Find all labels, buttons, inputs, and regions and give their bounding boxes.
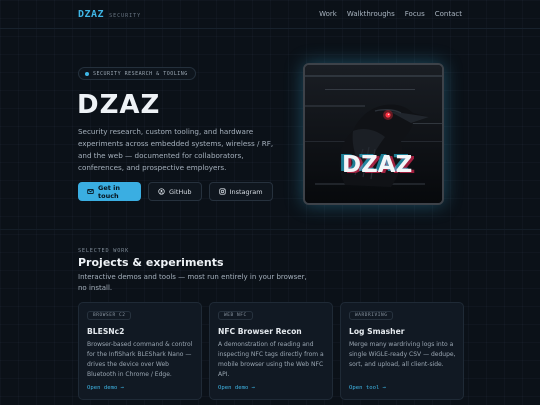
card-title: Log Smasher	[349, 327, 405, 336]
top-nav: DZAZ SECURITY Work Walkthroughs Focus Co…	[0, 0, 540, 29]
project-card-nfc-recon[interactable]: WEB NFC NFC Browser Recon A demonstratio…	[209, 302, 333, 400]
card-title: NFC Browser Recon	[218, 327, 302, 336]
instagram-icon	[218, 188, 226, 195]
project-cards: BROWSER C2 BLESNc2 Browser-based command…	[78, 302, 464, 400]
instagram-button[interactable]: Instagram	[208, 182, 273, 201]
hero-description: Security research, custom tooling, and h…	[78, 127, 274, 172]
open-demo-link[interactable]: Open demo →	[218, 385, 255, 391]
github-button[interactable]: GitHub	[148, 182, 202, 201]
github-icon	[158, 188, 165, 195]
open-tool-link[interactable]: Open tool →	[349, 385, 386, 391]
section-eyebrow: SELECTED WORK	[78, 248, 130, 254]
logo-text[interactable]: DZAZ	[78, 9, 104, 20]
status-dot	[85, 71, 89, 76]
nav-link-contact[interactable]: Contact	[435, 10, 462, 18]
hero-raven-image: DZAZ DZAZ DZAZ	[303, 63, 444, 205]
site-logo[interactable]: DZAZ SECURITY	[78, 9, 141, 20]
project-card-blesnc2[interactable]: BROWSER C2 BLESNc2 Browser-based command…	[78, 302, 202, 400]
logo-subtitle: SECURITY	[109, 13, 142, 19]
section-description: Interactive demos and tools — most run e…	[78, 273, 307, 292]
get-in-touch-button[interactable]: Get in touch	[78, 182, 141, 201]
hero-badge: SECURITY RESEARCH & TOOLING	[78, 67, 196, 80]
nav-link-focus[interactable]: Focus	[405, 10, 425, 18]
card-tag: WEB NFC	[218, 311, 253, 320]
card-description: Browser-based command & control for the …	[87, 341, 193, 378]
nav-link-work[interactable]: Work	[319, 10, 337, 18]
card-description: A demonstration of reading and inspectin…	[218, 341, 324, 378]
get-in-touch-label: Get in touch	[98, 183, 120, 200]
card-description: Merge many wardriving logs into a single…	[349, 341, 456, 368]
github-label: GitHub	[169, 187, 192, 196]
open-demo-link[interactable]: Open demo →	[87, 385, 124, 391]
project-card-log-smasher[interactable]: WARDRIVING Log Smasher Merge many wardri…	[340, 302, 464, 400]
card-title: BLESNc2	[87, 327, 125, 336]
nav-link-walkthroughs[interactable]: Walkthroughs	[347, 10, 395, 18]
card-tag: BROWSER C2	[87, 311, 132, 320]
image-logo-text: DZAZ	[342, 152, 412, 178]
instagram-label: Instagram	[229, 187, 263, 196]
hero-badge-text: SECURITY RESEARCH & TOOLING	[93, 70, 188, 77]
section-title: Projects & experiments	[78, 256, 224, 269]
hero-buttons: Get in touch GitHub Instagram	[78, 182, 273, 201]
mail-icon	[87, 188, 94, 195]
nav-links: Work Walkthroughs Focus Contact	[319, 10, 462, 18]
hero-title: DZAZ	[77, 90, 161, 120]
card-tag: WARDRIVING	[349, 311, 394, 320]
section-divider	[0, 229, 540, 230]
